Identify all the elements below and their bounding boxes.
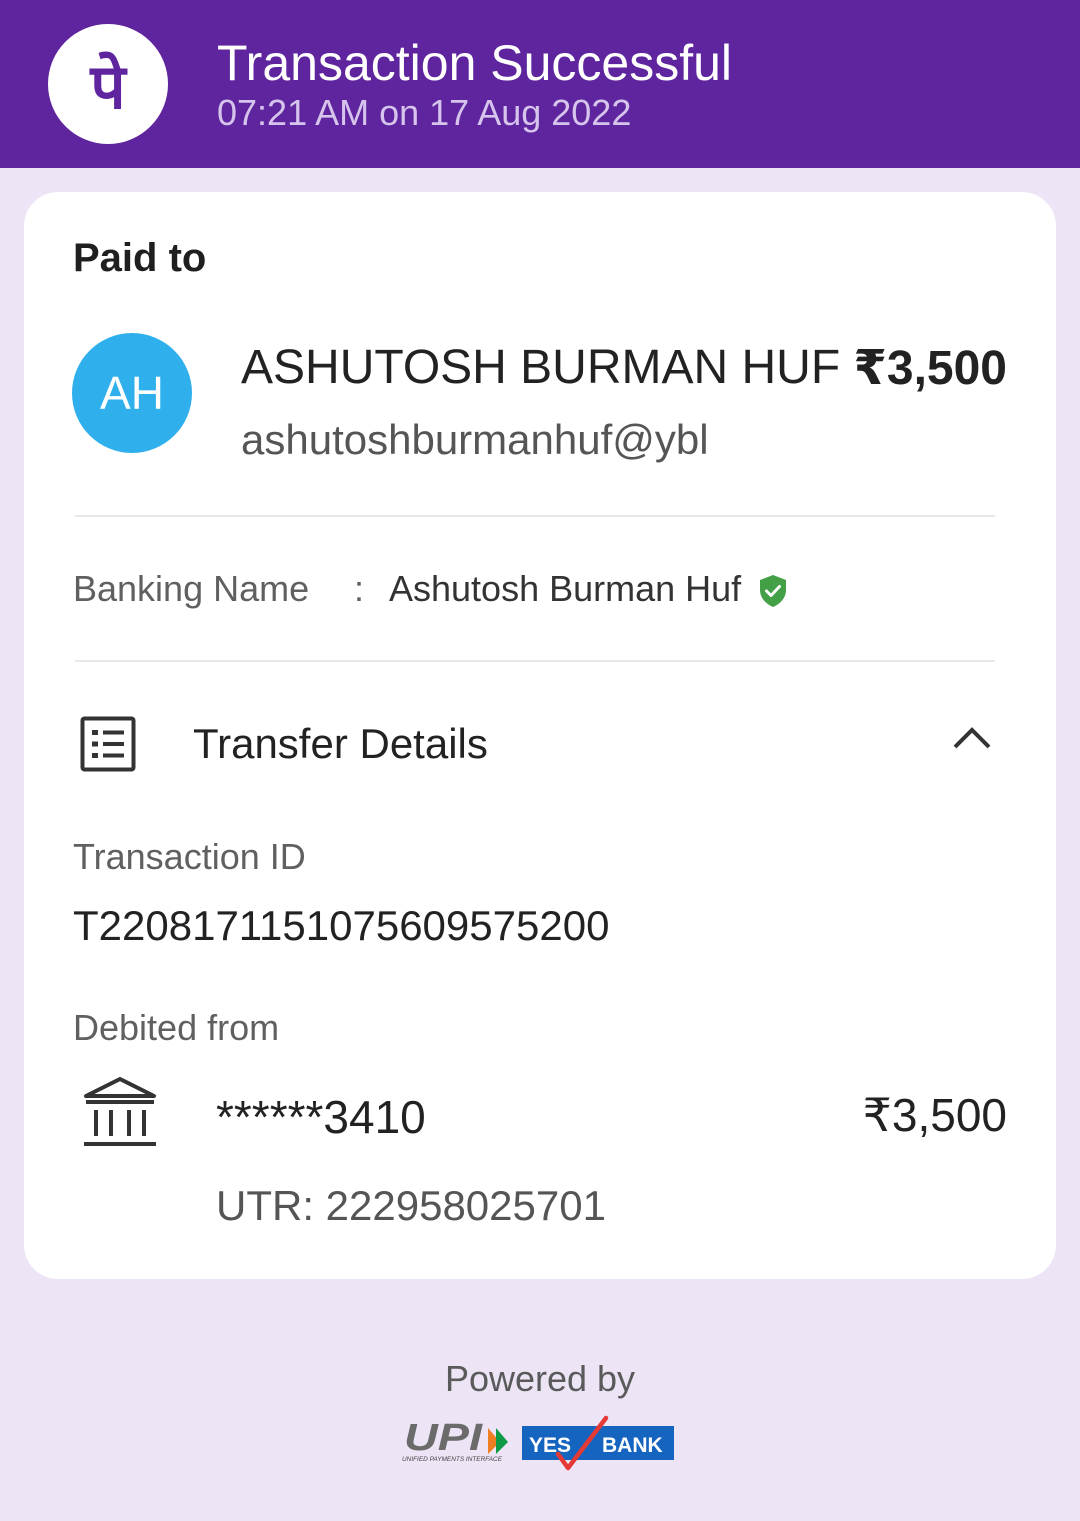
banking-name-value: Ashutosh Burman Huf — [389, 568, 742, 609]
yes-bank-logo: YES BANK — [522, 1415, 674, 1471]
transaction-id-value: T2208171151075609575200 — [73, 902, 610, 949]
divider — [75, 515, 995, 517]
page-title: Transaction Successful — [217, 35, 733, 91]
debit-account-number: ******3410 — [216, 1091, 426, 1143]
verified-shield-icon — [760, 575, 786, 607]
banking-name-separator: : — [354, 568, 365, 609]
transaction-id-label: Transaction ID — [73, 836, 306, 877]
payment-amount: ₹3,500 — [853, 342, 1007, 395]
banking-name-label: Banking Name — [73, 568, 310, 609]
payee-name: ASHUTOSH BURMAN HUF — [241, 341, 841, 394]
transfer-details-title[interactable]: Transfer Details — [193, 720, 488, 768]
payee-upi-id: ashutoshburmanhuf@ybl — [241, 416, 709, 463]
divider — [75, 660, 995, 662]
upi-logo: UPI UNIFIED PAYMENTS INTERFACE — [402, 1418, 508, 1463]
receipt-list-icon — [80, 716, 136, 772]
debit-amount: ₹3,500 — [862, 1089, 1007, 1141]
debited-from-label: Debited from — [73, 1007, 280, 1048]
phonepe-logo: पे — [48, 24, 168, 144]
transaction-datetime: 07:21 AM on 17 Aug 2022 — [217, 92, 632, 133]
transaction-card: Paid to AH ASHUTOSH BURMAN HUF ashutoshb… — [24, 192, 1056, 1279]
header-bar: पे Transaction Successful 07:21 AM on 17… — [0, 0, 1080, 168]
yes-bank-logo-bank: BANK — [602, 1434, 663, 1457]
avatar: AH — [72, 333, 192, 453]
chevron-up-icon[interactable] — [952, 726, 992, 750]
upi-logo-text: UPI — [404, 1418, 484, 1459]
utr-number: UTR: 222958025701 — [216, 1182, 606, 1229]
yes-bank-logo-yes: YES — [529, 1434, 571, 1457]
paid-to-label: Paid to — [73, 236, 207, 280]
upi-tagline: UNIFIED PAYMENTS INTERFACE — [402, 1456, 503, 1463]
phonepe-logo-glyph: पे — [89, 50, 128, 123]
bank-icon — [84, 1077, 156, 1146]
powered-by-label: Powered by — [444, 1358, 636, 1399]
